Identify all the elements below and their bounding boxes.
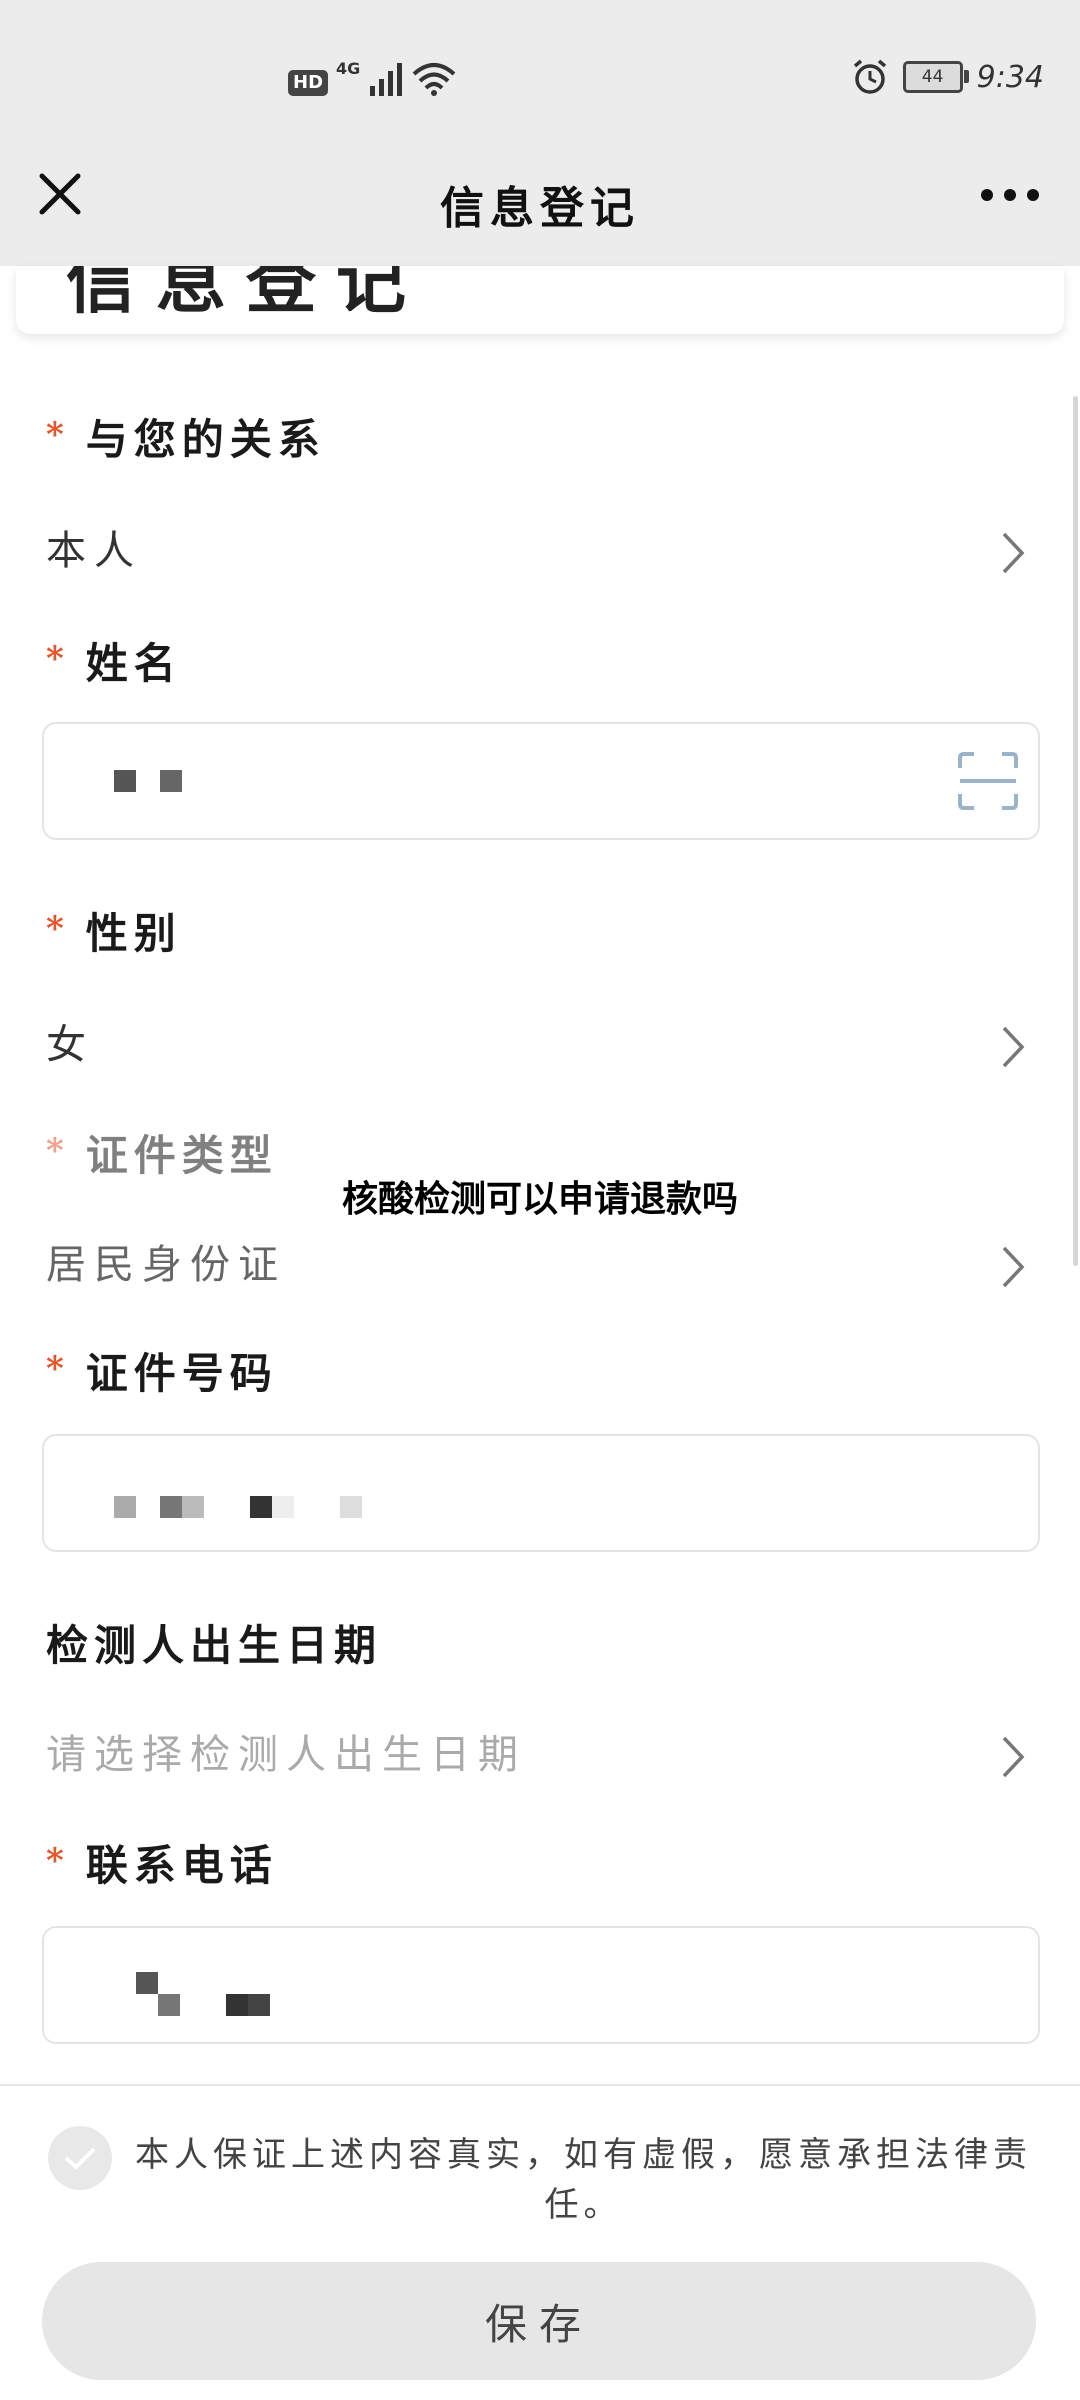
save-button[interactable]: 保存 [42,2262,1036,2380]
phone-label: * 联系电话 [46,1832,278,1893]
birth-date-select[interactable]: 请选择检测人出生日期 [46,1722,526,1780]
check-icon [64,2147,96,2170]
id-number-field[interactable] [42,1434,1040,1552]
name-field[interactable] [42,722,1040,840]
chevron-right-icon[interactable] [998,528,1028,578]
agreement-checkbox[interactable] [48,2126,112,2190]
gender-select[interactable]: 女 [46,1012,94,1070]
overlay-caption: 核酸检测可以申请退款吗 [341,1178,738,1219]
battery-icon: 44 [902,61,969,93]
gender-label: * 性别 [46,900,182,961]
masked-phone [136,1972,158,1994]
page-title: 信息登记 [440,183,640,234]
gender-label-text: 性别 [85,909,182,958]
status-left-group: HD 4G [288,59,456,96]
relation-select[interactable]: 本人 [46,518,142,576]
signal-icon [370,63,403,96]
alarm-icon [853,59,886,94]
phone-field[interactable] [42,1926,1040,2044]
id-number-label-text: 证件号码 [85,1349,278,1398]
name-label-text: 姓名 [85,639,182,688]
more-icon[interactable] [980,188,1040,202]
scrollbar[interactable] [1073,396,1078,1266]
masked-name [114,770,136,792]
phone-label-text: 联系电话 [85,1841,278,1890]
required-mark: * [46,1349,70,1389]
required-mark: * [46,1131,70,1171]
hd-badge: HD [288,70,329,96]
required-mark: * [46,909,70,949]
header-card-title-fragment: 信息登记 [66,266,426,323]
nav-bar: 信息登记 [0,150,1080,266]
agreement-text: 本人保证上述内容真实，如有虚假，愿意承担法律责任。 [135,2135,1032,2225]
masked-id [250,1496,272,1518]
chevron-right-icon[interactable] [998,1022,1028,1072]
scan-icon[interactable] [958,752,1018,810]
name-label: * 姓名 [46,630,182,691]
relation-label-text: 与您的关系 [85,415,326,464]
masked-id [160,1496,182,1518]
required-mark: * [46,415,70,455]
divider [0,2084,1080,2086]
masked-id [182,1496,204,1518]
masked-phone [226,1994,248,2016]
masked-name [160,770,182,792]
masked-id [272,1496,294,1518]
network-type: 4G [336,59,361,78]
birth-label: 检测人出生日期 [46,1621,383,1670]
relation-label: * 与您的关系 [46,406,326,467]
masked-phone [248,1994,270,2016]
id-number-label: * 证件号码 [46,1340,278,1401]
masked-phone [158,1994,180,2016]
required-mark: * [46,639,70,679]
chevron-right-icon[interactable] [998,1732,1028,1782]
status-bar: HD 4G 44 9:34 [0,0,1080,150]
masked-id [340,1496,362,1518]
battery-level: 44 [921,67,944,87]
wifi-icon [412,63,456,96]
masked-id [114,1496,136,1518]
clock: 9:34 [976,59,1044,95]
id-type-select[interactable]: 居民身份证 [46,1232,286,1290]
required-mark: * [46,1841,70,1881]
status-right-group: 44 9:34 [851,58,1044,96]
header-card: 信息登记 [16,266,1064,334]
chevron-right-icon[interactable] [998,1242,1028,1292]
